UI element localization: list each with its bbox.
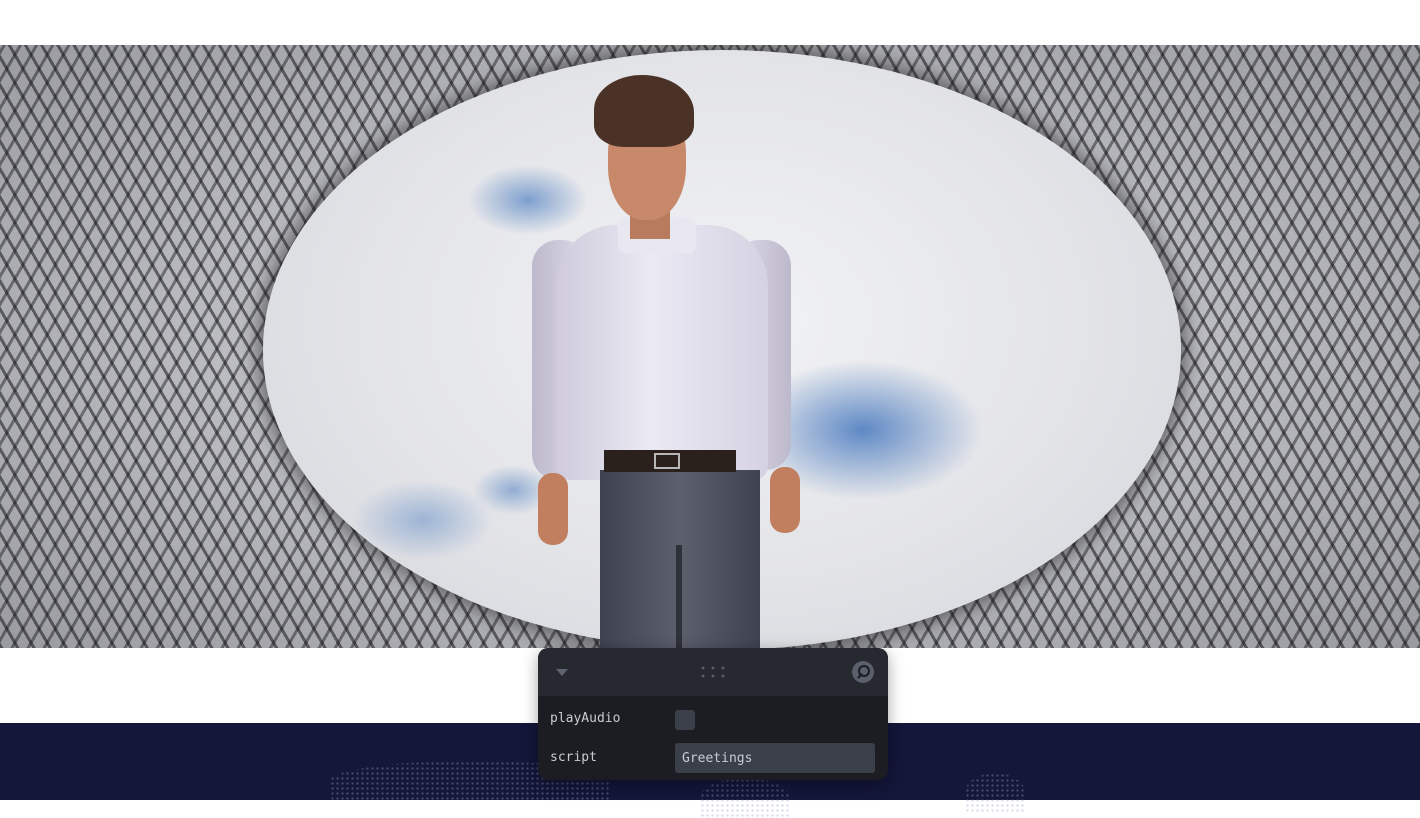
scene-viewport[interactable] <box>0 45 1420 648</box>
playaudio-checkbox[interactable] <box>675 710 695 730</box>
drag-dots-icon[interactable] <box>698 664 728 680</box>
script-label: script <box>550 750 597 765</box>
avatar-right-hand <box>770 467 800 533</box>
control-row-script: script <box>538 741 888 777</box>
search-icon[interactable] <box>852 661 874 683</box>
avatar-character <box>0 45 1420 648</box>
controls-panel-titlebar <box>538 648 888 696</box>
avatar-belt-buckle <box>654 453 680 469</box>
avatar-left-hand <box>538 473 568 545</box>
avatar-shirt <box>556 225 768 480</box>
controls-panel: playAudio script <box>538 648 888 780</box>
script-input[interactable] <box>675 743 875 773</box>
world-map-dots <box>700 778 790 818</box>
avatar-leg-gap <box>676 545 682 648</box>
control-row-playaudio: playAudio <box>538 702 888 738</box>
avatar-hair <box>594 75 694 147</box>
triangle-down-icon[interactable] <box>552 664 572 680</box>
world-map-dots <box>965 773 1025 813</box>
playaudio-label: playAudio <box>550 711 621 726</box>
